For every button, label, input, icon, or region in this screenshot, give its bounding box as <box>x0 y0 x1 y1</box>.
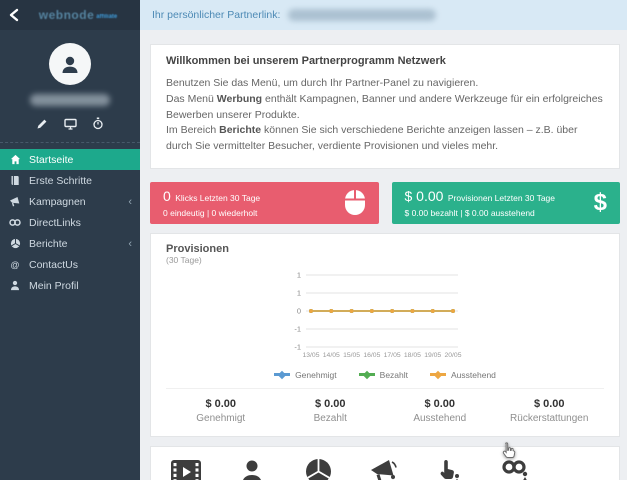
sidebar: webnode affiliate Startseite Erste Schri… <box>0 0 140 480</box>
shortcut-berichte[interactable]: Berichte <box>285 457 351 480</box>
megaphone-icon <box>351 457 417 480</box>
chart-subtitle: (30 Tage) <box>166 254 202 265</box>
film-icon <box>153 457 219 480</box>
user-icon <box>219 457 285 480</box>
legend-item-genehmigt[interactable]: Genehmigt <box>274 370 337 380</box>
profile-section <box>0 30 140 143</box>
pie-chart-icon <box>285 457 351 480</box>
svg-text:18/05: 18/05 <box>404 352 421 359</box>
svg-text:-1: -1 <box>294 342 301 351</box>
mouse-icon <box>344 189 366 216</box>
at-icon: @ <box>10 259 20 270</box>
legend-swatch-icon <box>274 370 291 379</box>
totals-row: $ 0.00 Genehmigt $ 0.00 Bezahlt $ 0.00 A… <box>166 387 604 436</box>
user-icon <box>9 280 21 292</box>
sidebar-item-contactus[interactable]: @ ContactUs <box>0 254 140 275</box>
stopwatch-icon[interactable] <box>92 117 105 130</box>
svg-text:1: 1 <box>297 270 301 279</box>
welcome-title: Willkommen bei unserem Partnerprogramm N… <box>166 55 446 67</box>
dollar-icon: $ <box>593 188 607 216</box>
shortcut-directlinks[interactable]: DirectLinks <box>483 457 549 480</box>
shortcut-tutorial-video[interactable]: Affiliate panel tutorial video <box>153 457 219 480</box>
svg-text:16/05: 16/05 <box>363 352 380 359</box>
profile-actions <box>0 117 140 142</box>
welcome-text: Benutzen Sie das Menü, um durch Ihr Part… <box>166 77 603 152</box>
welcome-line1: Benutzen Sie das Menü, um durch Ihr Part… <box>166 77 479 89</box>
sidebar-item-kampagnen[interactable]: Kampagnen ‹ <box>0 191 140 212</box>
svg-text:14/05: 14/05 <box>323 352 340 359</box>
username-redacted <box>30 94 110 106</box>
link-icon <box>9 217 21 229</box>
avatar-person-icon <box>62 56 78 73</box>
legend-swatch-icon <box>358 370 375 379</box>
commissions-stat-line1: $ 0.00 Provisionen Letzten 30 Tage <box>404 187 556 204</box>
megaphone-icon <box>9 196 21 208</box>
back-chevron-icon[interactable] <box>8 7 24 23</box>
shortcut-banner-links[interactable]: Banner & Links <box>417 457 483 480</box>
svg-text:13/05: 13/05 <box>302 352 319 359</box>
legend-label: Bezahlt <box>379 369 409 380</box>
monitor-icon[interactable] <box>63 117 77 130</box>
edit-pencil-icon[interactable] <box>36 117 49 130</box>
clicks-stat-card[interactable]: 0 Klicks Letzten 30 Tage 0 eindeutig | 0… <box>150 181 379 224</box>
stats-row: 0 Klicks Letzten 30 Tage 0 eindeutig | 0… <box>150 181 620 224</box>
legend-swatch-icon <box>430 370 447 379</box>
chevron-left-icon: ‹ <box>128 195 132 208</box>
pie-chart-icon <box>9 238 21 250</box>
sidebar-item-erste-schritte[interactable]: Erste Schritte <box>0 170 140 191</box>
svg-text:0: 0 <box>297 306 301 315</box>
sidebar-item-directlinks[interactable]: DirectLinks <box>0 212 140 233</box>
welcome-card: Willkommen bei unserem Partnerprogramm N… <box>150 44 620 169</box>
chart-legend: Genehmigt Bezahlt Ausstehend <box>166 369 604 388</box>
banner-hand-icon <box>417 457 483 480</box>
legend-item-ausstehend[interactable]: Ausstehend <box>430 370 496 380</box>
clicks-stat-line1: 0 Klicks Letzten 30 Tage <box>163 187 261 204</box>
avatar <box>49 43 91 85</box>
partner-link-redacted[interactable] <box>288 9 437 21</box>
home-icon <box>9 154 21 166</box>
svg-text:19/05: 19/05 <box>424 352 441 359</box>
legend-item-bezahlt[interactable]: Bezahlt <box>358 369 409 380</box>
total-rueckerstattungen: $ 0.00 Rückerstattungen <box>510 397 589 424</box>
svg-text:1: 1 <box>297 288 301 297</box>
sidebar-header: webnode affiliate <box>0 0 140 30</box>
total-bezahlt: $ 0.00 Bezahlt <box>313 397 347 424</box>
shortcut-mein-profil[interactable]: Mein Profil <box>219 457 285 480</box>
clicks-stat-sub: 0 eindeutig | 0 wiederholt <box>163 207 258 218</box>
shortcut-kampagnen[interactable]: Kampagnen <box>351 457 417 480</box>
topbar: Ihr persönlicher Partnerlink: <box>140 0 627 30</box>
svg-text:-1: -1 <box>294 324 301 333</box>
affiliate-dashboard: webnode affiliate Startseite Erste Schri… <box>0 0 627 480</box>
webnode-logo[interactable]: webnode affiliate <box>24 6 132 24</box>
chevron-left-icon: ‹ <box>128 237 132 250</box>
sidebar-menu: Startseite Erste Schritte Kampagnen ‹ Di… <box>0 143 140 296</box>
svg-text:15/05: 15/05 <box>343 352 360 359</box>
total-genehmigt: $ 0.00 Genehmigt <box>196 397 246 424</box>
main-content: Willkommen bei unserem Partnerprogramm N… <box>140 30 627 480</box>
legend-label: Ausstehend <box>451 369 496 380</box>
sidebar-item-startseite[interactable]: Startseite <box>0 149 140 170</box>
svg-text:17/05: 17/05 <box>384 352 401 359</box>
sidebar-item-berichte[interactable]: Berichte ‹ <box>0 233 140 254</box>
sidebar-item-mein-profil[interactable]: Mein Profil <box>0 275 140 296</box>
legend-label: Genehmigt <box>295 369 337 380</box>
total-ausstehend: $ 0.00 Ausstehend <box>413 397 467 424</box>
chain-links-icon <box>483 457 549 480</box>
book-icon <box>9 175 21 187</box>
chart-title: Provisionen <box>166 242 229 255</box>
commissions-stat-card[interactable]: $ 0.00 Provisionen Letzten 30 Tage $ 0.0… <box>391 181 620 224</box>
svg-text:20/05: 20/05 <box>444 352 461 359</box>
shortcuts-card: Affiliate panel tutorial video Mein Prof… <box>150 445 620 480</box>
provisionen-chart-card: Provisionen (30 Tage) 1 1 0 -1 -1 13/05 14/05 1… <box>150 232 620 437</box>
commissions-stat-sub: $ 0.00 bezahlt | $ 0.00 ausstehend <box>404 207 535 218</box>
provisionen-line-chart: 110-1-113/05 14/05 15/05 16/05 17/05 18/05 19/… <box>294 270 461 359</box>
partner-link-label: Ihr persönlicher Partnerlink: <box>152 9 281 21</box>
